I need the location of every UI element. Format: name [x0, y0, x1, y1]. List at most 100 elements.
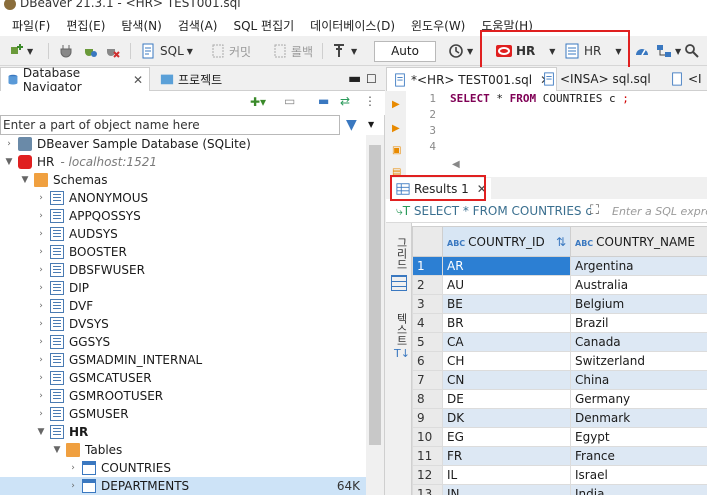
chevron-right-icon[interactable]: ›	[68, 481, 78, 491]
menu-file[interactable]: 파일(F)	[4, 17, 58, 34]
tree-item[interactable]: › GSMROOTUSER	[0, 387, 366, 405]
table-row[interactable]: 3 BE Belgium	[412, 294, 707, 314]
cell-country-id[interactable]: CA	[442, 332, 571, 352]
menu-edit[interactable]: 편집(E)	[58, 17, 113, 34]
cell-country-name[interactable]: Germany	[570, 389, 707, 409]
reconnect-button[interactable]	[82, 42, 98, 60]
table-row[interactable]: 7 CN China	[412, 370, 707, 390]
chevron-down-icon[interactable]: ▼	[4, 157, 14, 167]
text-icon[interactable]: T↓	[394, 347, 410, 360]
tree-item[interactable]: › DIP	[0, 279, 366, 297]
tree-item[interactable]: ▼ HR	[0, 423, 366, 441]
tree-item[interactable]: ▼ HR - localhost:1521	[0, 153, 366, 171]
sql-editor-button[interactable]: SQL ▼	[140, 42, 193, 60]
tree-item[interactable]: ▼ Tables	[0, 441, 366, 459]
table-row[interactable]: 8 DE Germany	[412, 389, 707, 409]
commit-button[interactable]: 커밋	[210, 42, 251, 60]
chevron-right-icon[interactable]: ›	[36, 247, 46, 257]
sql-filter-input[interactable]: Enter a SQL expre	[612, 205, 707, 218]
execute-statement-icon[interactable]: ▶	[392, 123, 402, 134]
tree-item[interactable]: › DBeaver Sample Database (SQLite)	[0, 135, 366, 153]
chevron-right-icon[interactable]: ›	[36, 211, 46, 221]
scrollbar-thumb[interactable]	[369, 145, 381, 445]
cell-country-name[interactable]: Canada	[570, 332, 707, 352]
menu-sql-editor[interactable]: SQL 편집기	[225, 17, 302, 34]
cell-country-id[interactable]: AR	[442, 256, 571, 276]
cell-country-id[interactable]: DK	[442, 408, 571, 428]
cell-country-id[interactable]: FR	[442, 446, 571, 466]
tree-item[interactable]: › GGSYS	[0, 333, 366, 351]
new-connection-button[interactable]: ▼	[8, 42, 33, 60]
navigator-filter-input[interactable]: Enter a part of object name here	[0, 115, 340, 135]
tree-item[interactable]: › ANONYMOUS	[0, 189, 366, 207]
table-row[interactable]: 2 AU Australia	[412, 275, 707, 295]
tab-insa-sql[interactable]: <INSA> sql.sql	[536, 67, 657, 91]
tree-item[interactable]: › DEPARTMENTS 64K	[0, 477, 366, 495]
maximize-icon[interactable]: ☐	[360, 67, 383, 91]
table-row[interactable]: 12 IL Israel	[412, 465, 707, 485]
execute-script-icon[interactable]: ▣	[392, 145, 402, 156]
chevron-right-icon[interactable]: ›	[36, 301, 46, 311]
history-button[interactable]: ▼	[448, 42, 473, 60]
tab-projects[interactable]: 프로젝트	[154, 67, 228, 91]
chevron-down-icon[interactable]: ▼	[36, 427, 46, 437]
tree-item[interactable]: › AUDSYS	[0, 225, 366, 243]
table-row[interactable]: 1 AR Argentina	[412, 256, 707, 276]
cell-country-name[interactable]: Argentina	[570, 256, 707, 276]
close-icon[interactable]: ✕	[133, 73, 143, 87]
view-menu-icon[interactable]: ⋮	[364, 94, 376, 108]
tree-item[interactable]: › APPQOSSYS	[0, 207, 366, 225]
column-header-country-id[interactable]: ABC COUNTRY_ID ⇅	[442, 226, 571, 257]
tree-item[interactable]: › GSMCATUSER	[0, 369, 366, 387]
disconnect-button[interactable]	[104, 42, 120, 60]
execute-icon[interactable]: ▶	[392, 99, 402, 110]
tree-item[interactable]: ▼ Schemas	[0, 171, 366, 189]
tab-test001-sql[interactable]: *<HR> TEST001.sql ✕	[386, 67, 558, 91]
tree-item[interactable]: › BOOSTER	[0, 243, 366, 261]
chevron-down-icon[interactable]: ▼	[52, 445, 62, 455]
chevron-right-icon[interactable]: ›	[36, 391, 46, 401]
sql-code-line[interactable]: SELECT * FROM COUNTRIES c ;	[450, 91, 629, 107]
tree-item[interactable]: › DBSFWUSER	[0, 261, 366, 279]
cell-country-id[interactable]: AU	[442, 275, 571, 295]
editor-hscroll[interactable]: ◀	[446, 159, 707, 175]
cell-country-id[interactable]: BR	[442, 313, 571, 333]
menu-database[interactable]: 데이터베이스(D)	[302, 17, 403, 34]
chevron-right-icon[interactable]: ›	[68, 463, 78, 473]
erd-button[interactable]: ▼	[656, 42, 681, 60]
new-folder-icon[interactable]: ▭	[284, 94, 295, 108]
dashboard-button[interactable]	[634, 42, 650, 60]
grid-icon[interactable]	[391, 275, 407, 291]
cell-country-id[interactable]: CH	[442, 351, 571, 371]
table-row[interactable]: 13 IN India	[412, 484, 707, 495]
expand-icon[interactable]: ⛶	[590, 203, 599, 218]
tree-item[interactable]: › DVF	[0, 297, 366, 315]
table-row[interactable]: 6 CH Switzerland	[412, 351, 707, 371]
cell-country-name[interactable]: Brazil	[570, 313, 707, 333]
cell-country-id[interactable]: BE	[442, 294, 571, 314]
new-connection-icon[interactable]: ✚▾	[250, 95, 266, 109]
table-row[interactable]: 4 BR Brazil	[412, 313, 707, 333]
menu-window[interactable]: 윈도우(W)	[403, 17, 473, 34]
chevron-down-icon[interactable]: ▼	[368, 120, 374, 129]
chevron-right-icon[interactable]: ›	[36, 283, 46, 293]
transaction-mode-button[interactable]: ▼	[332, 42, 357, 60]
cell-country-id[interactable]: IL	[442, 465, 571, 485]
search-button[interactable]	[684, 42, 700, 60]
tree-item[interactable]: › GSMUSER	[0, 405, 366, 423]
cell-country-id[interactable]: EG	[442, 427, 571, 447]
tree-item[interactable]: › DVSYS	[0, 315, 366, 333]
transaction-mode-field[interactable]: Auto	[374, 41, 436, 62]
collapse-all-icon[interactable]: ▬	[318, 94, 329, 108]
cell-country-name[interactable]: Israel	[570, 465, 707, 485]
table-row[interactable]: 11 FR France	[412, 446, 707, 466]
grid-view-toggle[interactable]: 그리드	[393, 237, 409, 270]
chevron-down-icon[interactable]: ▼	[20, 175, 30, 185]
table-row[interactable]: 9 DK Denmark	[412, 408, 707, 428]
text-view-toggle[interactable]: 텍스트	[393, 313, 409, 346]
cell-country-id[interactable]: IN	[442, 484, 571, 495]
table-row[interactable]: 10 EG Egypt	[412, 427, 707, 447]
menu-navigate[interactable]: 탐색(N)	[113, 17, 169, 34]
cell-country-name[interactable]: China	[570, 370, 707, 390]
cell-country-name[interactable]: Belgium	[570, 294, 707, 314]
